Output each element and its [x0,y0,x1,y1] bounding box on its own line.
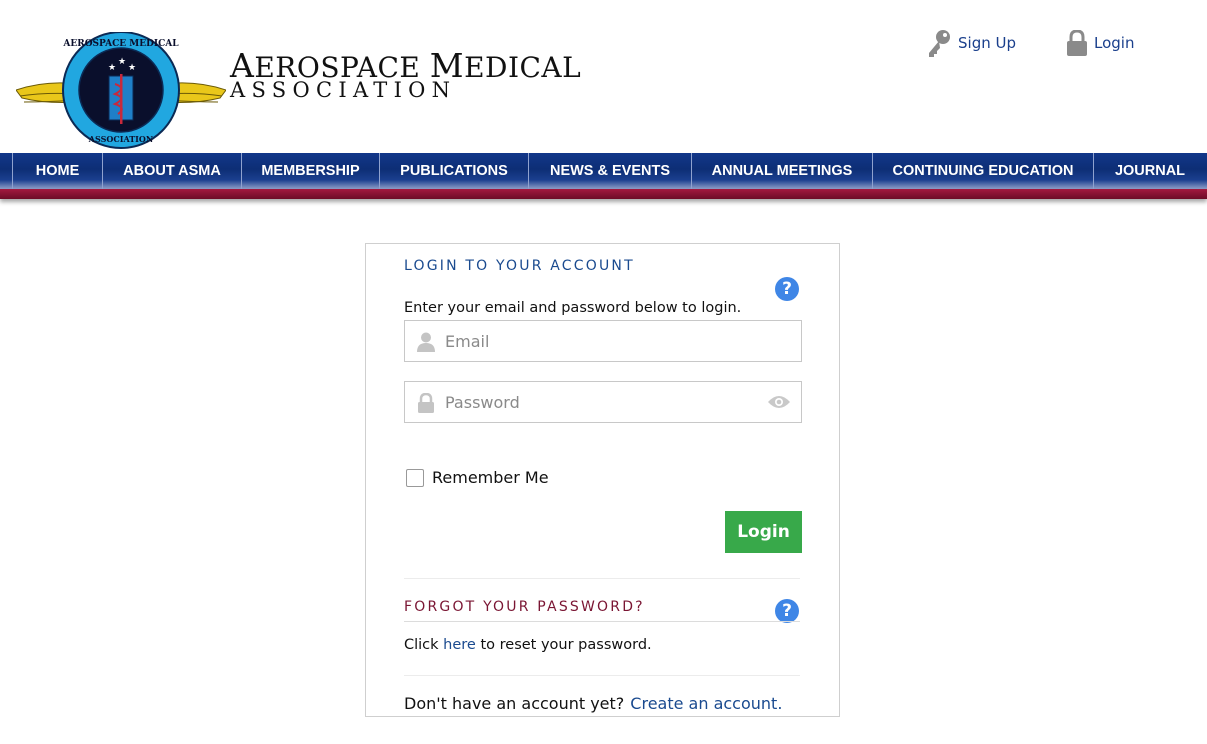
reset-password-link[interactable]: here [443,637,476,653]
divider [404,578,800,579]
email-field-wrapper [404,320,802,362]
password-lock-icon [418,393,434,413]
login-help-icon[interactable]: ? [775,277,799,301]
login-title: LOGIN TO YOUR ACCOUNT [404,258,635,274]
sign-up-label: Sign Up [958,34,1016,52]
sign-up-link[interactable]: Sign Up [926,26,1016,60]
nav-item-continuing-education[interactable]: CONTINUING EDUCATION [873,153,1094,189]
svg-text:★: ★ [108,63,116,73]
nav-item-journal[interactable]: JOURNAL [1094,153,1206,189]
divider [404,675,800,676]
logo-ring-text-top: AEROSPACE MEDICAL [62,39,179,49]
key-icon [929,30,950,57]
svg-text:★: ★ [128,63,136,73]
no-account-prompt: Don't have an account yet? [404,694,625,713]
password-input[interactable] [445,382,755,422]
lock-icon [1067,30,1087,56]
reset-password-text: Click here to reset your password. [404,637,652,653]
remember-me-checkbox[interactable] [406,468,424,487]
password-field-wrapper [404,381,802,423]
nav-item-about-asma[interactable]: ABOUT ASMA [103,153,242,189]
create-account-link[interactable]: Create an account. [630,694,782,713]
login-intro-text: Enter your email and password below to l… [404,300,742,316]
remember-me-label[interactable]: Remember Me [432,468,549,487]
nav-item-news-events[interactable]: NEWS & EVENTS [529,153,692,189]
asma-winged-seal-logo: AEROSPACE MEDICAL ASSOCIATION ★ ★ ★ [15,31,227,149]
login-label: Login [1094,34,1135,52]
asma-logo[interactable]: AEROSPACE MEDICAL ASSOCIATION ★ ★ ★ [15,31,227,152]
user-icon [417,332,435,352]
login-card: LOGIN TO YOUR ACCOUNT ? Enter your email… [365,243,840,717]
create-account-row: Don't have an account yet? Create an acco… [404,694,782,713]
nav-left-pad [0,153,13,189]
show-password-eye-icon[interactable] [767,394,791,410]
remember-me-row: Remember Me [406,468,549,487]
logo-ring-text-bottom: ASSOCIATION [88,134,153,144]
forgot-password-title: FORGOT YOUR PASSWORD? [404,599,645,615]
login-link[interactable]: Login [1066,26,1134,60]
nav-item-home[interactable]: HOME [13,153,103,189]
forgot-help-icon[interactable]: ? [775,599,799,623]
svg-text:★: ★ [118,57,126,67]
nav-item-annual-meetings[interactable]: ANNUAL MEETINGS [692,153,873,189]
login-submit-button[interactable]: Login [725,511,802,553]
email-input[interactable] [445,321,755,361]
forgot-title-underline [404,621,800,622]
main-nav: HOME ABOUT ASMA MEMBERSHIP PUBLICATIONS … [0,153,1207,189]
nav-accent-bar [0,189,1207,199]
nav-item-publications[interactable]: PUBLICATIONS [380,153,529,189]
nav-item-membership[interactable]: MEMBERSHIP [242,153,380,189]
brand-wordmark: AEROSPACE MEDICAL ASSOCIATION [230,49,581,101]
